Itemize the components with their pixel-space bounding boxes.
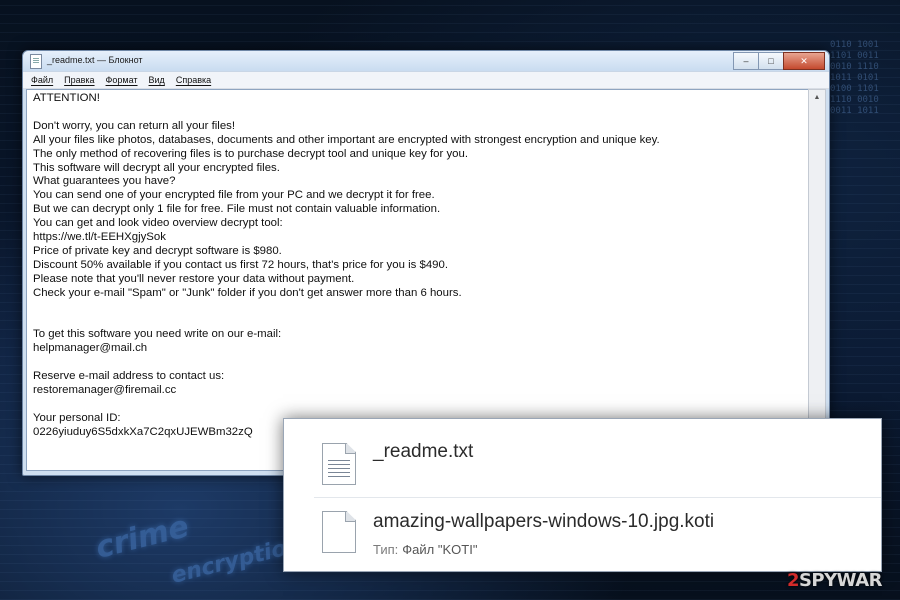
close-button[interactable]: ✕: [783, 52, 825, 70]
minimize-button[interactable]: –: [733, 52, 759, 70]
file-name: _readme.txt: [373, 441, 474, 462]
scroll-up-icon[interactable]: ▲: [809, 90, 825, 105]
window-title: _readme.txt — Блокнот: [47, 55, 143, 65]
menu-bar: Файл Правка Формат Вид Справка: [23, 71, 829, 89]
text-file-icon: [322, 443, 356, 485]
file-name: amazing-wallpapers-windows-10.jpg.koti: [373, 511, 715, 532]
ransom-note-text[interactable]: ATTENTION! Don't worry, you can return a…: [27, 90, 808, 442]
file-list: _readme.txt amazing-wallpapers-windows-1…: [283, 418, 882, 572]
file-type-label: Тип:: [373, 542, 399, 557]
file-type: Тип: Файл "KOTI": [373, 542, 477, 557]
title-bar[interactable]: _readme.txt — Блокнот – □ ✕: [23, 51, 829, 71]
file-item-encrypted[interactable]: amazing-wallpapers-windows-10.jpg.koti Т…: [284, 497, 881, 567]
notepad-window: _readme.txt — Блокнот – □ ✕ Файл Правка …: [22, 50, 830, 476]
background-code: 0110 1001 1101 0011 0010 1110 1011 0101 …: [830, 40, 879, 116]
notepad-icon: [30, 54, 42, 69]
file-item-readme[interactable]: _readme.txt: [284, 419, 881, 489]
file-type-value: Файл "KOTI": [402, 542, 478, 557]
menu-format[interactable]: Формат: [106, 75, 138, 85]
menu-help[interactable]: Справка: [176, 75, 211, 85]
window-controls: – □ ✕: [733, 52, 825, 70]
text-editor[interactable]: ATTENTION! Don't worry, you can return a…: [26, 89, 809, 471]
menu-edit[interactable]: Правка: [64, 75, 94, 85]
menu-file[interactable]: Файл: [31, 75, 53, 85]
menu-view[interactable]: Вид: [149, 75, 165, 85]
watermark-logo: 2SPYWAR: [786, 570, 883, 591]
vertical-scrollbar[interactable]: ▲: [808, 89, 826, 471]
file-icon: [322, 511, 356, 553]
maximize-button[interactable]: □: [758, 52, 784, 70]
